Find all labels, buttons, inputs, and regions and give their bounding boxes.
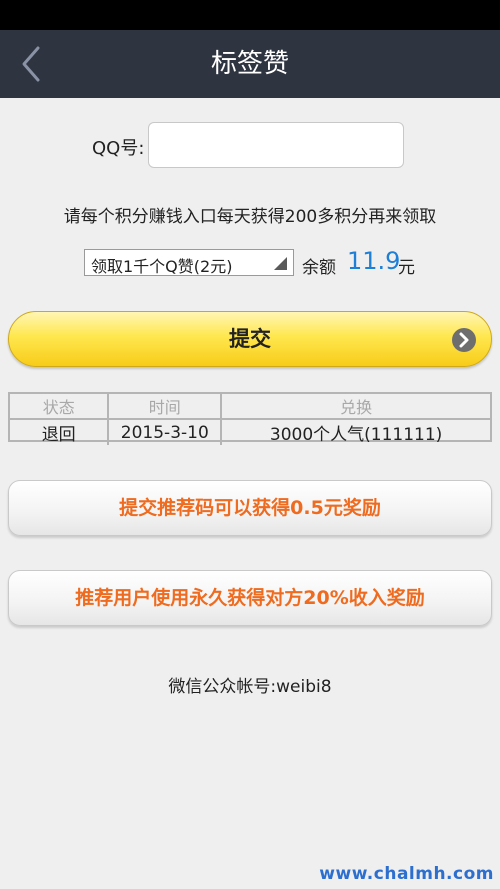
referral-user-button[interactable]: 推荐用户使用永久获得对方20%收入奖励 [8, 570, 492, 626]
reward-select[interactable]: 领取1千个Q赞(2元) [84, 249, 294, 276]
watermark: www.chalmh.com [319, 864, 494, 884]
submit-label: 提交 [229, 327, 271, 351]
cell-exchange: 3000个人气(111111) [220, 418, 490, 445]
wechat-account-text: 微信公众帐号:weibi8 [168, 677, 332, 697]
hint-text: 请每个积分赚钱入口每天获得200多积分再来领取 [63, 207, 437, 227]
balance-value: 11.9 [347, 247, 401, 275]
column-header-time: 时间 [107, 394, 223, 420]
cell-status: 退回 [10, 418, 110, 445]
submit-button[interactable]: 提交 [8, 311, 492, 367]
qq-input[interactable] [148, 122, 404, 168]
table-row: 退回 2015-3-10 3000个人气(111111) [10, 418, 490, 445]
nav-bar: 标签赞 [0, 30, 500, 98]
column-header-exchange: 兑换 [220, 394, 490, 420]
page-title: 标签赞 [210, 49, 289, 79]
balance-unit: 元 [398, 258, 415, 278]
chevron-left-icon [22, 46, 40, 82]
qq-label: QQ号: [92, 138, 145, 159]
status-bar [0, 0, 500, 30]
select-row: 领取1千个Q赞(2元) 余额 11.9 元 [0, 247, 500, 279]
referral-code-label: 提交推荐码可以获得0.5元奖励 [119, 497, 381, 519]
referral-code-button[interactable]: 提交推荐码可以获得0.5元奖励 [8, 480, 492, 536]
records-table: 状态 时间 兑换 退回 2015-3-10 3000个人气(111111) [8, 392, 492, 445]
arrow-right-circle-icon [452, 328, 476, 352]
dropdown-arrow-icon [274, 257, 287, 270]
records-header-row: 状态 时间 兑换 [10, 394, 490, 420]
column-header-status: 状态 [10, 394, 110, 420]
referral-user-label: 推荐用户使用永久获得对方20%收入奖励 [75, 587, 425, 609]
back-button[interactable] [14, 44, 54, 84]
cell-time: 2015-3-10 [107, 418, 223, 445]
qq-row: QQ号: [0, 122, 500, 172]
reward-select-value: 领取1千个Q赞(2元) [91, 257, 233, 276]
balance-label: 余额 [302, 258, 336, 278]
